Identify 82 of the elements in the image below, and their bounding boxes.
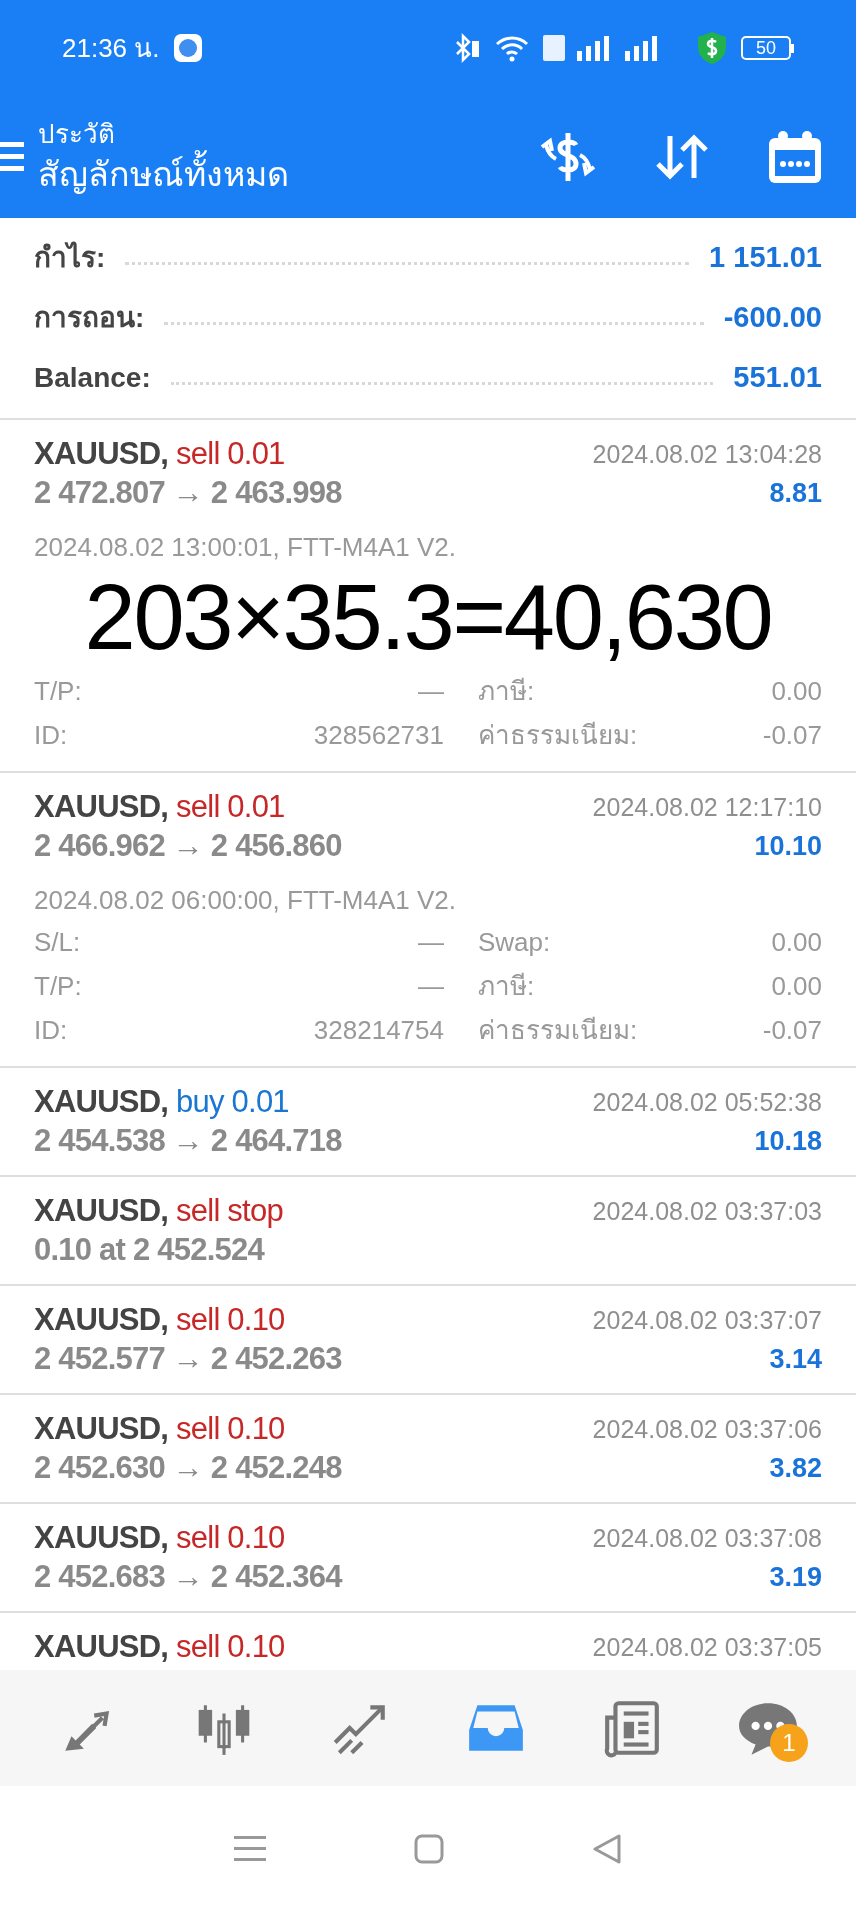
symbol-label: XAUUSD, xyxy=(34,788,169,826)
profit-value: 10.10 xyxy=(754,830,822,863)
back-icon[interactable] xyxy=(592,1834,622,1864)
order-side: sell 0.10 xyxy=(176,1410,285,1448)
detail-value: — xyxy=(417,925,444,959)
symbol-label: XAUUSD, xyxy=(34,1519,169,1557)
bluetooth-icon xyxy=(453,33,481,63)
detail-label: ค่าธรรมเนียม: xyxy=(478,718,639,752)
price-change: 2 452.683 → 2 452.364 xyxy=(34,1558,342,1596)
detail-label: T/P: xyxy=(34,969,83,1003)
price-change: 2 472.807 → 2 463.998 xyxy=(34,474,342,512)
detail-label: ID: xyxy=(34,718,69,752)
symbol-label: XAUUSD, xyxy=(34,1083,169,1121)
profit-value: 8.81 xyxy=(769,477,822,510)
detail-value: 328562731 xyxy=(312,718,444,752)
wifi-icon xyxy=(495,34,529,62)
header-title: สัญลักษณ์ทั้งหมด xyxy=(38,151,289,197)
detail-value: -0.07 xyxy=(762,1013,822,1047)
symbol-label: XAUUSD, xyxy=(34,1192,169,1230)
symbol-label: XAUUSD, xyxy=(34,1410,169,1448)
summary-value: -600.00 xyxy=(723,300,822,336)
detail-value: 0.00 xyxy=(771,674,822,708)
nav-tab[interactable]: 1 xyxy=(728,1688,808,1768)
clock-text: 21:36 น. xyxy=(62,31,160,65)
trade-time: 2024.08.02 13:04:28 xyxy=(592,439,822,470)
profit-value: 3.82 xyxy=(769,1452,822,1485)
home-icon[interactable] xyxy=(414,1834,444,1864)
detail-value: — xyxy=(417,969,444,1003)
summary-value: 1 151.01 xyxy=(709,240,822,276)
detail-label: ค่าธรรมเนียม: xyxy=(478,1013,639,1047)
detail-value: 0.00 xyxy=(771,969,822,1003)
order-side: sell stop xyxy=(176,1192,283,1230)
detail-label: T/P: xyxy=(34,674,83,708)
detail-label: ภาษี: xyxy=(478,674,536,708)
price-change: 2 452.577 → 2 452.263 xyxy=(34,1340,342,1378)
profit-value: 3.14 xyxy=(769,1343,822,1376)
symbol-label: XAUUSD, xyxy=(34,1628,169,1666)
trade-time: 2024.08.02 03:37:06 xyxy=(592,1414,822,1445)
header-subtitle: ประวัติ xyxy=(38,118,116,150)
detail-label: Swap: xyxy=(478,925,552,959)
order-side: sell 0.01 xyxy=(176,788,285,826)
order-side: sell 0.01 xyxy=(176,435,285,473)
trade-time: 2024.08.02 03:37:08 xyxy=(592,1523,822,1554)
shield-icon xyxy=(697,31,727,65)
price-change: 2 452.630 → 2 452.248 xyxy=(34,1449,342,1487)
order-comment: 2024.08.02 13:00:01, FTT-M4A1 V2. xyxy=(34,531,458,564)
price-change: 0.10 at 2 452.524 xyxy=(34,1231,266,1269)
order-side: sell 0.10 xyxy=(176,1628,285,1666)
order-side: sell 0.10 xyxy=(176,1519,285,1557)
notification-badge: 1 xyxy=(770,1724,808,1762)
detail-value: — xyxy=(417,674,444,708)
order-comment: 2024.08.02 06:00:00, FTT-M4A1 V2. xyxy=(34,884,458,917)
trade-time: 2024.08.02 05:52:38 xyxy=(592,1087,822,1118)
order-side: buy 0.01 xyxy=(176,1083,289,1121)
detail-label: ภาษี: xyxy=(478,969,536,1003)
calculation-text: 203×35.3=40,630 xyxy=(84,566,772,670)
trade-time: 2024.08.02 03:37:07 xyxy=(592,1305,822,1336)
battery-icon: 50 xyxy=(741,36,794,60)
price-change: 2 454.538 → 2 464.718 xyxy=(34,1122,342,1160)
price-change: 2 466.962 → 2 456.860 xyxy=(34,827,342,865)
symbol-label: XAUUSD, xyxy=(34,435,169,473)
symbol-label: XAUUSD, xyxy=(34,1301,169,1339)
summary-value: 551.01 xyxy=(733,360,822,396)
profit-value: 10.18 xyxy=(754,1125,822,1158)
menu-icon[interactable] xyxy=(234,1834,266,1864)
trade-time: 2024.08.02 03:37:05 xyxy=(592,1632,822,1663)
profit-value: 3.19 xyxy=(769,1561,822,1594)
summary-label: Balance: xyxy=(34,361,151,395)
detail-value: -0.07 xyxy=(762,718,822,752)
calendar-icon[interactable] xyxy=(766,128,824,186)
detail-value: 328214754 xyxy=(312,1013,444,1047)
sort-icon[interactable] xyxy=(654,132,710,182)
order-side: sell 0.10 xyxy=(176,1301,285,1339)
detail-label: S/L: xyxy=(34,925,82,959)
summary-label: การถอน: xyxy=(34,301,145,335)
detail-label: ID: xyxy=(34,1013,69,1047)
app-icon xyxy=(173,34,202,62)
detail-value: 0.00 xyxy=(771,925,822,959)
summary-label: กำไร: xyxy=(34,240,106,275)
trade-time: 2024.08.02 12:17:10 xyxy=(592,792,822,823)
trade-time: 2024.08.02 03:37:03 xyxy=(592,1196,822,1227)
menu-icon[interactable] xyxy=(0,140,24,174)
